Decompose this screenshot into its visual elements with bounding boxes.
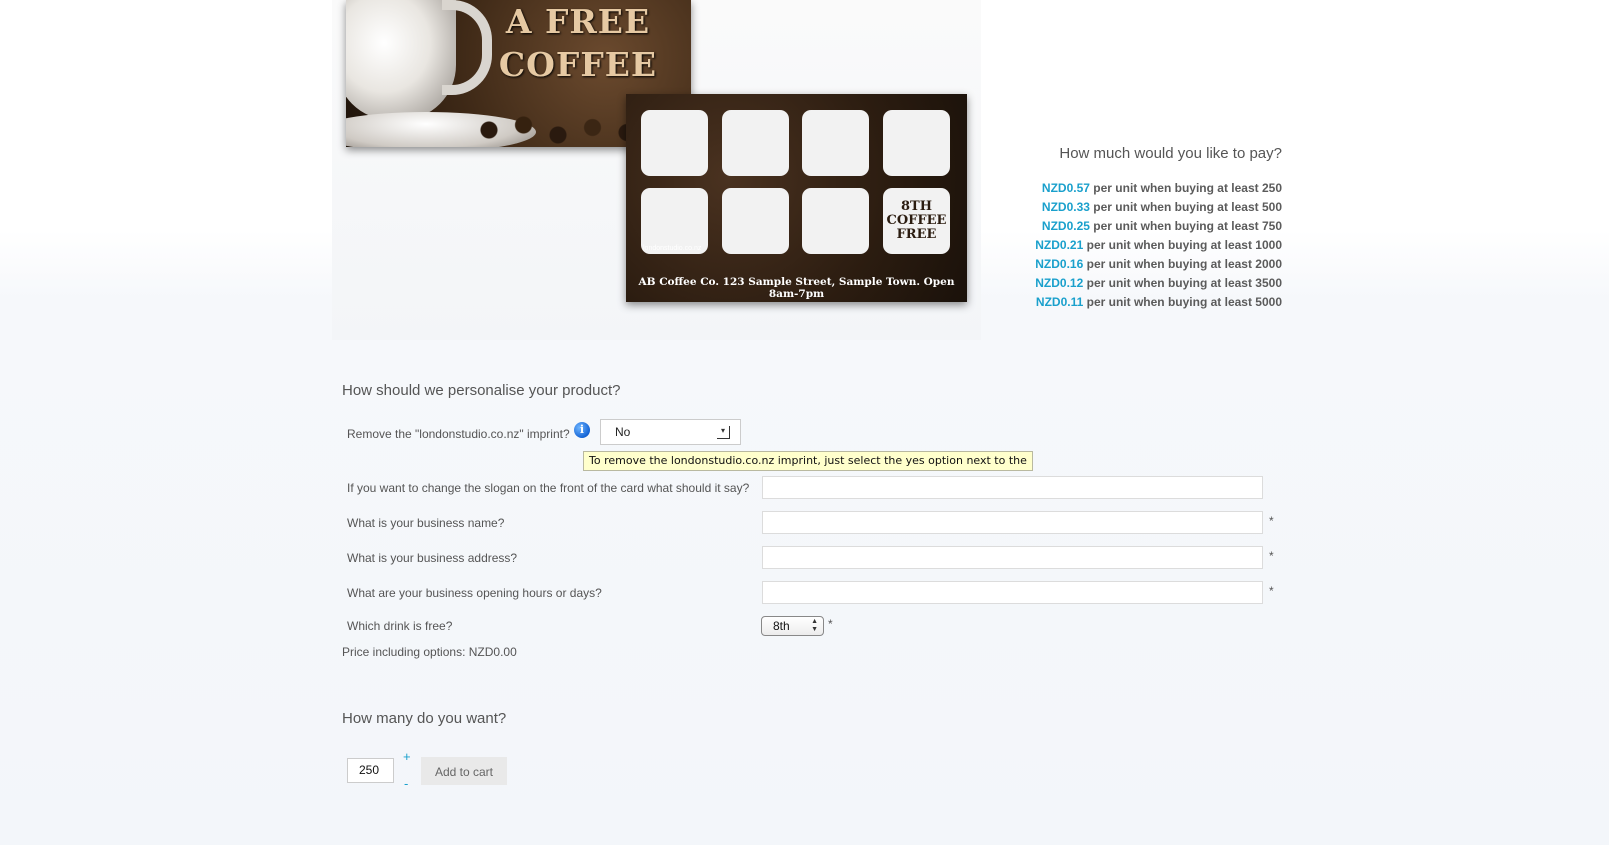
required-mark: * (1269, 514, 1274, 528)
imprint-select[interactable]: No ▾ (600, 419, 741, 445)
imprint-label: Remove the "londonstudio.co.nz" imprint? (347, 427, 570, 441)
free-stamp-box: 8TH COFFEE FREE (883, 188, 950, 254)
stamp-box (641, 110, 708, 176)
card-back-image: 8TH COFFEE FREE londonstudio.co.nz AB Co… (626, 94, 967, 302)
price-row: NZD0.21 per unit when buying at least 10… (1035, 236, 1282, 255)
price-text: per unit when buying at least 750 (1089, 219, 1282, 233)
stamp-box (802, 110, 869, 176)
quantity-increment-button[interactable]: + (403, 749, 411, 764)
required-mark: * (1269, 549, 1274, 563)
stamp-box (802, 188, 869, 254)
price-amount: NZD0.57 (1041, 181, 1090, 195)
required-mark: * (1269, 584, 1274, 598)
price-row: NZD0.12 per unit when buying at least 35… (1035, 274, 1282, 293)
card-back-footer: AB Coffee Co. 123 Sample Street, Sample … (638, 276, 955, 300)
free-stamp-line: 8TH (900, 199, 932, 214)
pricing-title: How much would you like to pay? (1059, 145, 1282, 162)
free-stamp-line: FREE (896, 227, 937, 242)
pricing-list: NZD0.57 per unit when buying at least 25… (1035, 179, 1282, 312)
business-name-label: What is your business name? (347, 516, 505, 530)
personalise-heading: How should we personalise your product? (342, 382, 621, 399)
free-drink-select-value: 8th (773, 619, 790, 633)
chevron-down-icon: ▾ (717, 426, 730, 439)
business-name-input[interactable] (762, 511, 1263, 534)
updown-arrows-icon: ▲ ▼ (811, 618, 818, 633)
price-amount: NZD0.33 (1041, 200, 1090, 214)
business-address-label: What is your business address? (347, 551, 518, 565)
price-text: per unit when buying at least 250 (1089, 181, 1282, 195)
required-mark: * (828, 617, 833, 631)
price-amount: NZD0.11 (1035, 295, 1084, 309)
price-amount: NZD0.21 (1035, 238, 1084, 252)
imprint-tooltip: To remove the londonstudio.co.nz imprint… (583, 451, 1033, 471)
price-row: NZD0.16 per unit when buying at least 20… (1035, 255, 1282, 274)
price-text: per unit when buying at least 500 (1089, 200, 1282, 214)
stamp-box (883, 110, 950, 176)
price-row: NZD0.33 per unit when buying at least 50… (1035, 198, 1282, 217)
card-front-line2: COFFEE (498, 45, 658, 84)
quantity-heading: How many do you want? (342, 710, 507, 727)
stamp-box (722, 188, 789, 254)
price-amount: NZD0.25 (1041, 219, 1090, 233)
price-text: per unit when buying at least 3500 (1083, 276, 1282, 290)
card-front-line1: A FREE (505, 2, 651, 41)
free-drink-select[interactable]: 8th ▲ ▼ (761, 616, 824, 636)
price-amount: NZD0.12 (1035, 276, 1084, 290)
free-stamp-line: COFFEE (886, 213, 947, 228)
price-amount: NZD0.16 (1035, 257, 1084, 271)
add-to-cart-button[interactable]: Add to cart (421, 757, 507, 785)
coffee-cup-graphic (346, 0, 456, 120)
price-including-options: Price including options: NZD0.00 (342, 645, 517, 659)
opening-hours-input[interactable] (762, 581, 1263, 604)
price-text: per unit when buying at least 1000 (1083, 238, 1282, 252)
business-address-input[interactable] (762, 546, 1263, 569)
card-imprint-text: londonstudio.co.nz (643, 245, 702, 252)
free-drink-label: Which drink is free? (347, 619, 453, 633)
quantity-decrement-button[interactable]: - (404, 776, 408, 791)
quantity-input[interactable]: 250 (347, 758, 394, 783)
price-row: NZD0.57 per unit when buying at least 25… (1035, 179, 1282, 198)
slogan-input[interactable] (762, 476, 1263, 499)
slogan-label: If you want to change the slogan on the … (347, 481, 750, 495)
price-row: NZD0.11 per unit when buying at least 50… (1035, 293, 1282, 312)
info-icon[interactable]: i (574, 422, 590, 438)
imprint-select-value: No (615, 425, 631, 439)
stamp-box (722, 110, 789, 176)
opening-hours-label: What are your business opening hours or … (347, 586, 602, 600)
price-row: NZD0.25 per unit when buying at least 75… (1035, 217, 1282, 236)
price-text: per unit when buying at least 2000 (1083, 257, 1282, 271)
price-text: per unit when buying at least 5000 (1083, 295, 1282, 309)
